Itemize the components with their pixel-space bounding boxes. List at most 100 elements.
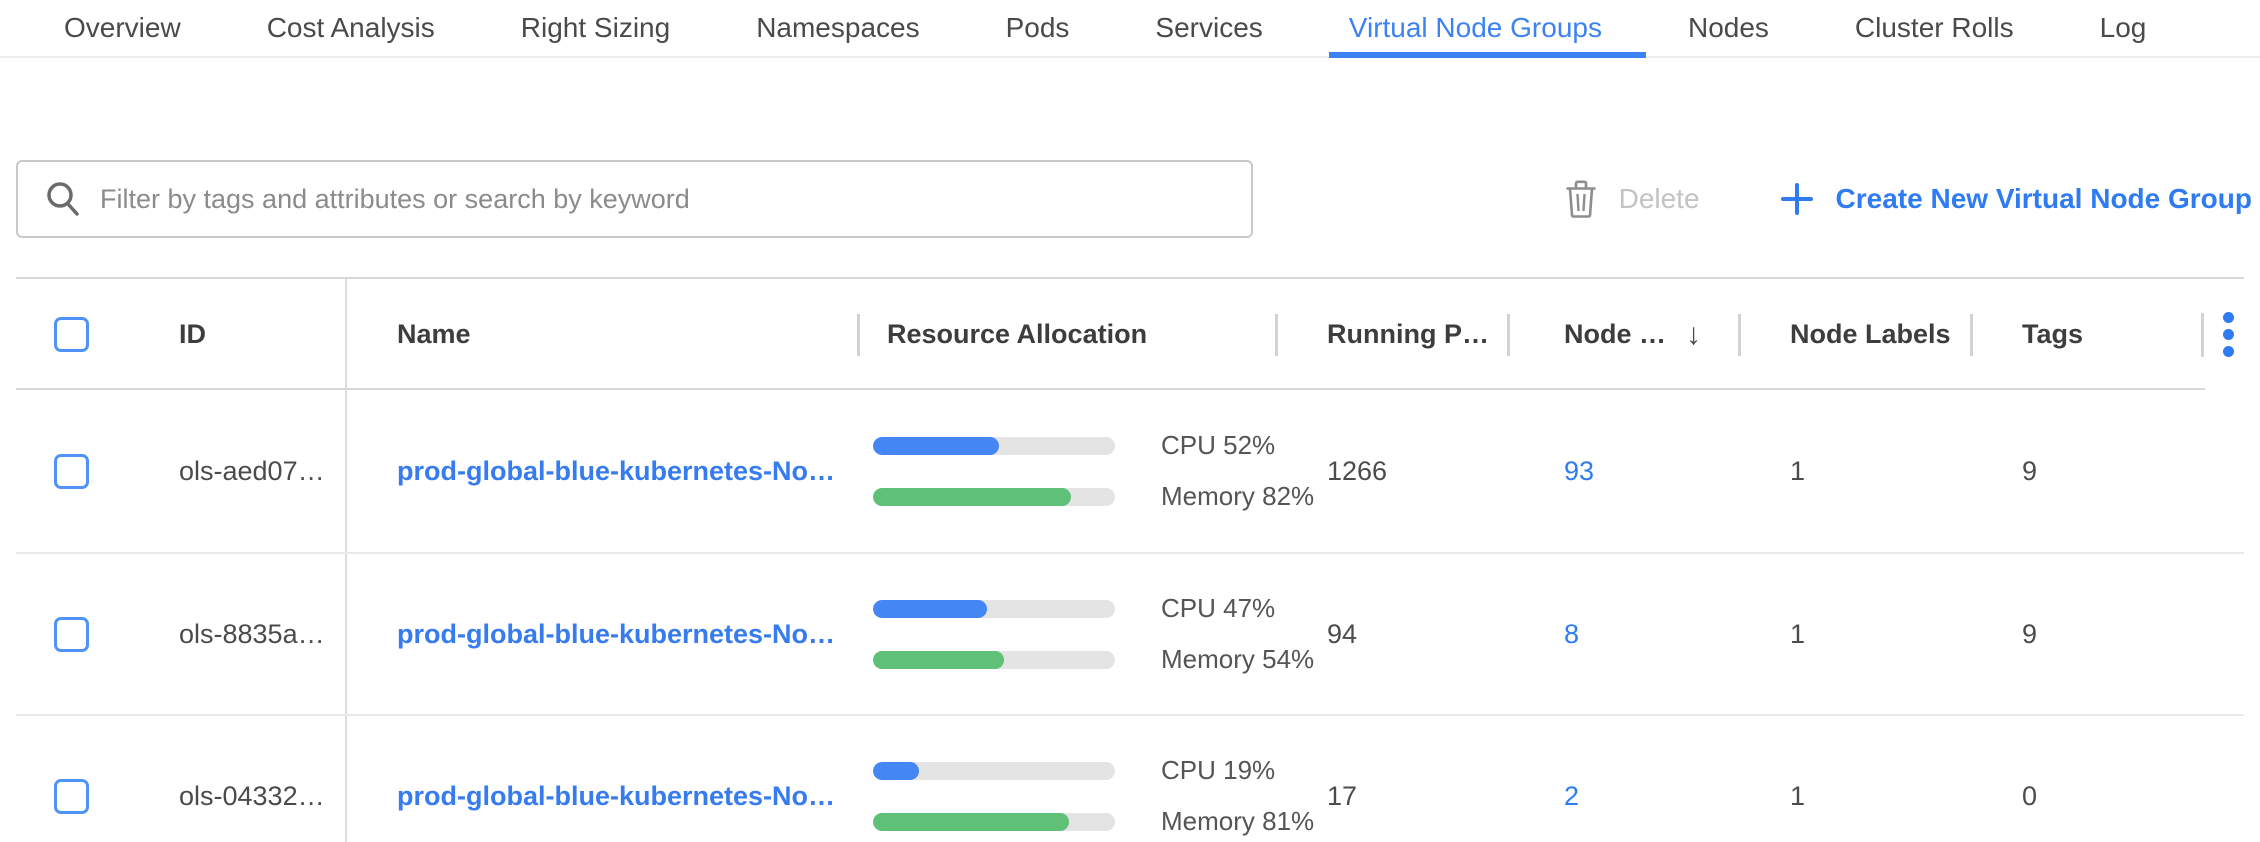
- create-button-label: Create New Virtual Node Group: [1836, 183, 2252, 215]
- row-id-cell: ols-8835a…: [140, 554, 345, 714]
- tab-log[interactable]: Log: [2100, 0, 2147, 56]
- virtual-node-groups-table: ID Name Resource Allocation Running P… N…: [16, 277, 2244, 842]
- column-header-resource-allocation[interactable]: Resource Allocation: [859, 279, 1277, 390]
- delete-button[interactable]: Delete: [1565, 180, 1700, 218]
- cpu-usage-label: CPU 47%: [1161, 593, 1275, 624]
- tab-right-sizing[interactable]: Right Sizing: [521, 0, 670, 56]
- tab-cost-analysis[interactable]: Cost Analysis: [267, 0, 435, 56]
- row-node-labels-cell: 1: [1740, 390, 1972, 552]
- row-menu-cell: [2146, 554, 2244, 714]
- row-nodes-cell: 2: [1509, 716, 1740, 842]
- vng-id: ols-04332…: [179, 781, 325, 812]
- running-pods-count: 17: [1327, 781, 1357, 812]
- column-header-id[interactable]: ID: [140, 279, 345, 390]
- column-header-running-pods[interactable]: Running P…: [1277, 279, 1509, 390]
- row-tags-cell: 9: [1972, 554, 2146, 714]
- tab-virtual-node-groups[interactable]: Virtual Node Groups: [1349, 0, 1602, 56]
- table-actions: Delete Create New Virtual Node Group: [1565, 160, 2252, 238]
- row-running-pods-cell: 1266: [1277, 390, 1509, 552]
- running-pods-count: 94: [1327, 619, 1357, 650]
- row-id-cell: ols-04332…: [140, 716, 345, 842]
- table-header-row: ID Name Resource Allocation Running P… N…: [16, 277, 2244, 390]
- sort-descending-icon[interactable]: ↓: [1686, 318, 1701, 352]
- running-pods-count: 1266: [1327, 456, 1387, 487]
- tab-nodes[interactable]: Nodes: [1688, 0, 1769, 56]
- row-menu-cell: [2146, 390, 2244, 552]
- table-row: ols-8835a… prod-global-blue-kubernetes-N…: [16, 552, 2244, 714]
- node-labels-count: 1: [1790, 456, 1805, 487]
- vng-name-link[interactable]: prod-global-blue-kubernetes-No…: [397, 781, 835, 812]
- trash-icon: [1565, 180, 1597, 218]
- table-row: ols-04332… prod-global-blue-kubernetes-N…: [16, 714, 2244, 842]
- vng-id: ols-aed07…: [179, 456, 325, 487]
- cpu-usage-bar: [873, 437, 1115, 455]
- row-node-labels-cell: 1: [1740, 554, 1972, 714]
- filter-search-box[interactable]: [16, 160, 1253, 238]
- row-checkbox-cell: [16, 390, 140, 552]
- tab-pods[interactable]: Pods: [1006, 0, 1070, 56]
- node-labels-count: 1: [1790, 781, 1805, 812]
- cpu-usage-bar: [873, 762, 1115, 780]
- row-checkbox[interactable]: [54, 779, 89, 814]
- row-resource-cell: CPU 47% Memory 54%: [859, 554, 1277, 714]
- delete-button-label: Delete: [1619, 183, 1700, 215]
- node-labels-count: 1: [1790, 619, 1805, 650]
- row-id-cell: ols-aed07…: [140, 390, 345, 552]
- vng-name-link[interactable]: prod-global-blue-kubernetes-No…: [397, 619, 835, 650]
- column-header-tags[interactable]: Tags: [1972, 279, 2146, 390]
- row-tags-cell: 0: [1972, 716, 2146, 842]
- row-name-cell: prod-global-blue-kubernetes-No…: [345, 554, 859, 714]
- nodes-count-link[interactable]: 8: [1564, 619, 1579, 650]
- select-all-checkbox[interactable]: [54, 317, 89, 352]
- header-checkbox-cell: [16, 279, 140, 390]
- row-name-cell: prod-global-blue-kubernetes-No…: [345, 390, 859, 552]
- nodes-count-link[interactable]: 2: [1564, 781, 1579, 812]
- cpu-usage-bar: [873, 600, 1115, 618]
- resource-allocation: CPU 19% Memory 81%: [873, 755, 1314, 837]
- cpu-usage-label: CPU 19%: [1161, 755, 1275, 786]
- row-checkbox[interactable]: [54, 617, 89, 652]
- row-running-pods-cell: 94: [1277, 554, 1509, 714]
- column-header-nodes[interactable]: Node … ↓: [1509, 279, 1740, 390]
- memory-usage-bar: [873, 813, 1115, 831]
- tab-cluster-rolls[interactable]: Cluster Rolls: [1855, 0, 2014, 56]
- memory-usage-bar: [873, 488, 1115, 506]
- filter-search-input[interactable]: [100, 184, 1231, 215]
- tags-count: 0: [2022, 781, 2037, 812]
- row-tags-cell: 9: [1972, 390, 2146, 552]
- row-node-labels-cell: 1: [1740, 716, 1972, 842]
- tags-count: 9: [2022, 619, 2037, 650]
- tags-count: 9: [2022, 456, 2037, 487]
- search-icon: [44, 180, 82, 218]
- table-row: ols-aed07… prod-global-blue-kubernetes-N…: [16, 390, 2244, 552]
- table-body: ols-aed07… prod-global-blue-kubernetes-N…: [16, 390, 2244, 842]
- top-tab-bar: Overview Cost Analysis Right Sizing Name…: [0, 0, 2260, 58]
- row-checkbox-cell: [16, 716, 140, 842]
- tab-services[interactable]: Services: [1155, 0, 1262, 56]
- row-checkbox[interactable]: [54, 454, 89, 489]
- vng-name-link[interactable]: prod-global-blue-kubernetes-No…: [397, 456, 835, 487]
- resource-allocation: CPU 47% Memory 54%: [873, 593, 1314, 675]
- row-checkbox-cell: [16, 554, 140, 714]
- create-new-virtual-node-group-button[interactable]: Create New Virtual Node Group: [1780, 182, 2252, 216]
- plus-icon: [1780, 182, 1814, 216]
- column-header-node-labels[interactable]: Node Labels: [1740, 279, 1972, 390]
- row-menu-cell: [2146, 716, 2244, 842]
- row-resource-cell: CPU 19% Memory 81%: [859, 716, 1277, 842]
- memory-usage-bar: [873, 651, 1115, 669]
- row-nodes-cell: 93: [1509, 390, 1740, 552]
- column-options-kebab-icon[interactable]: [2219, 308, 2238, 361]
- vng-id: ols-8835a…: [179, 619, 325, 650]
- column-header-nodes-label: Node …: [1564, 319, 1666, 350]
- header-menu-cell: [2146, 279, 2244, 390]
- row-resource-cell: CPU 52% Memory 82%: [859, 390, 1277, 552]
- tab-overview[interactable]: Overview: [64, 0, 181, 56]
- row-nodes-cell: 8: [1509, 554, 1740, 714]
- row-name-cell: prod-global-blue-kubernetes-No…: [345, 716, 859, 842]
- row-running-pods-cell: 17: [1277, 716, 1509, 842]
- nodes-count-link[interactable]: 93: [1564, 456, 1594, 487]
- resource-allocation: CPU 52% Memory 82%: [873, 430, 1314, 512]
- tab-namespaces[interactable]: Namespaces: [756, 0, 919, 56]
- column-header-name[interactable]: Name: [345, 279, 859, 390]
- cpu-usage-label: CPU 52%: [1161, 430, 1275, 461]
